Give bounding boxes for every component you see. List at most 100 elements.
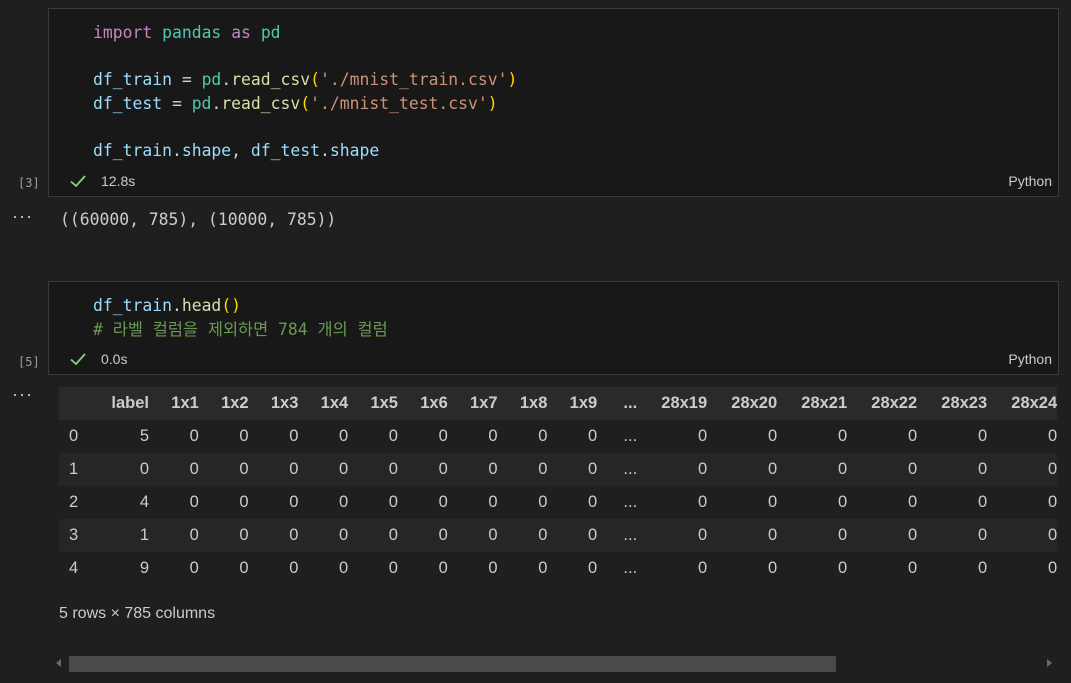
code-token: . <box>320 140 330 160</box>
table-cell: 0 <box>977 559 988 577</box>
table-cell: 0 <box>438 427 448 445</box>
code-token: import <box>93 23 153 42</box>
column-header: 28x24 <box>1011 394 1058 412</box>
code-editor-1[interactable]: import pandas as pd df_train = pd.read_cs… <box>93 21 517 162</box>
table-cell: 0 <box>388 526 398 544</box>
table-cell: 0 <box>767 427 778 445</box>
code-line: df_train.head() <box>93 294 388 318</box>
code-token: # 라벨 컬럼을 제외하면 784 개의 컬럼 <box>93 319 388 339</box>
code-cell-1[interactable]: import pandas as pd df_train = pd.read_cs… <box>48 8 1059 197</box>
table-cell: 0 <box>239 427 249 445</box>
table-cell: ... <box>623 427 638 445</box>
dataframe-shape-text: 5 rows × 785 columns <box>59 605 216 622</box>
table-cell: 0 <box>339 559 349 577</box>
table-cell: 0 <box>977 427 988 445</box>
column-header: 28x20 <box>731 394 778 412</box>
table-cell: 0 <box>1047 526 1058 544</box>
table-cell: 0 <box>488 460 498 478</box>
table-row: 1 0 0 0 0 0 0 0 0 0 0... 0 0 0 0 0 0 <box>59 453 1058 486</box>
code-token: './mnist_test.csv' <box>310 93 488 113</box>
output-more-actions-button[interactable]: ··· <box>12 206 33 227</box>
cell-language-picker[interactable]: Python <box>1008 173 1052 189</box>
table-cell: 0 <box>697 526 708 544</box>
column-header: 28x21 <box>801 394 848 412</box>
row-index: 4 <box>69 559 79 577</box>
table-cell: 0 <box>438 460 448 478</box>
code-token: . <box>171 140 182 160</box>
code-token: df_train <box>93 70 172 89</box>
table-cell: 0 <box>907 559 918 577</box>
code-token: df_train <box>93 140 172 160</box>
table-cell: 0 <box>339 460 349 478</box>
code-token: . <box>171 296 182 315</box>
table-cell: ... <box>623 460 638 478</box>
index-header <box>59 387 101 420</box>
table-cell: 0 <box>239 493 249 511</box>
code-editor-2[interactable]: df_train.head() # 라벨 컬럼을 제외하면 784 개의 컬럼 <box>93 294 388 341</box>
table-cell: ... <box>623 559 638 577</box>
table-cell: 0 <box>139 460 149 478</box>
table-cell: 0 <box>977 526 988 544</box>
notebook-page: import pandas as pd df_train = pd.read_cs… <box>0 0 1071 683</box>
table-cell: 0 <box>339 493 349 511</box>
table-cell: 0 <box>767 526 778 544</box>
scroll-left-arrow-icon[interactable] <box>56 659 61 667</box>
code-token: read_csv <box>231 70 311 89</box>
table-row: 2 4 0 0 0 0 0 0 0 0 0... 0 0 0 0 0 0 <box>59 486 1058 519</box>
table-cell: 0 <box>587 493 598 511</box>
table-cell: 1 <box>139 526 149 544</box>
table-cell: 0 <box>697 559 708 577</box>
code-token: = <box>171 70 202 89</box>
code-token: read_csv <box>221 93 301 113</box>
table-cell: 0 <box>189 427 199 445</box>
table-cell: 0 <box>388 493 398 511</box>
column-header: 1x4 <box>320 394 349 412</box>
column-header: 28x19 <box>661 394 708 412</box>
table-row: 3 1 0 0 0 0 0 0 0 0 0... 0 0 0 0 0 0 <box>59 519 1058 552</box>
table-cell: 0 <box>388 460 398 478</box>
column-header: ... <box>623 394 638 412</box>
table-cell: 0 <box>488 526 498 544</box>
table-cell: 0 <box>1047 559 1058 577</box>
scrollbar-thumb[interactable] <box>69 656 836 672</box>
table-cell: 0 <box>1047 427 1058 445</box>
code-token: pd <box>191 93 212 113</box>
code-token: ( <box>310 70 321 89</box>
table-cell: 0 <box>837 493 848 511</box>
table-cell: 0 <box>977 493 988 511</box>
code-token: ) <box>507 70 518 89</box>
table-cell: 0 <box>289 427 299 445</box>
table-cell: 0 <box>189 493 199 511</box>
column-header: 1x6 <box>420 394 448 412</box>
table-cell: 0 <box>289 559 299 577</box>
table-cell: 0 <box>189 526 199 544</box>
cell-language-picker[interactable]: Python <box>1008 351 1052 367</box>
execution-count: [3] <box>18 176 40 190</box>
cell-status-bar-2: 0.0s Python <box>49 344 1058 374</box>
table-header-row: label 1x1 1x2 1x3 1x4 1x5 1x6 1x7 1x8 1x9... 28x19… <box>59 387 1058 420</box>
output-more-actions-button[interactable]: ··· <box>12 384 33 405</box>
table-row: 4 9 0 0 0 0 0 0 0 0 0... 0 0 0 0 0 0 <box>59 552 1058 585</box>
table-cell: 9 <box>139 559 149 577</box>
code-token: './mnist_train.csv' <box>320 70 508 89</box>
code-token: shape <box>181 140 232 160</box>
table-cell: 0 <box>697 427 708 445</box>
horizontal-scrollbar[interactable] <box>52 654 1056 674</box>
table-cell: 0 <box>339 526 349 544</box>
code-token: . <box>211 93 222 113</box>
column-header: 28x22 <box>871 394 918 412</box>
table-cell: 0 <box>767 559 778 577</box>
table-cell: 0 <box>907 493 918 511</box>
checkmark-icon <box>70 353 86 366</box>
code-token: = <box>162 93 192 113</box>
table-cell: 0 <box>239 460 249 478</box>
code-token: pd <box>260 23 281 42</box>
row-index: 2 <box>69 493 79 511</box>
scroll-right-arrow-icon[interactable] <box>1047 659 1052 667</box>
table-cell: 0 <box>189 460 199 478</box>
column-header: 1x1 <box>171 394 199 412</box>
code-cell-2[interactable]: df_train.head() # 라벨 컬럼을 제외하면 784 개의 컬럼 0… <box>48 281 1059 375</box>
